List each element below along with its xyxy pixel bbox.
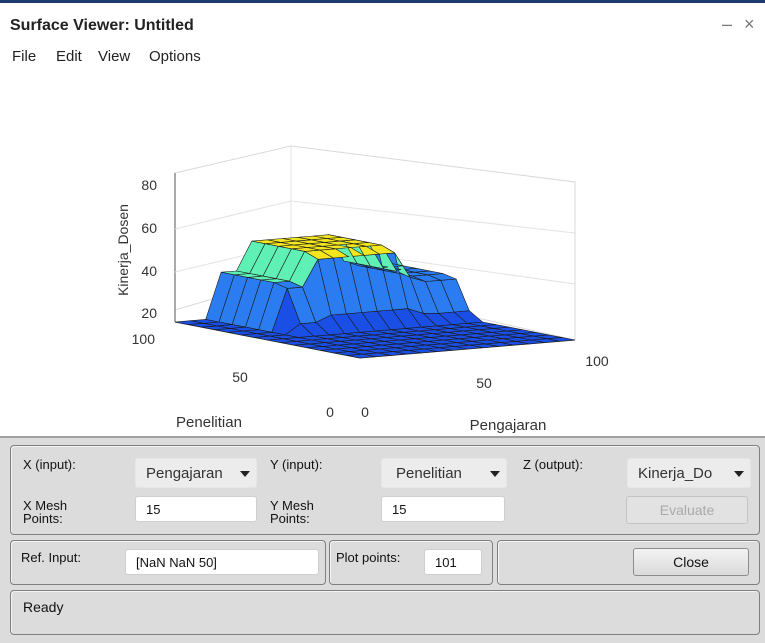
x-input-label: X (input): bbox=[23, 457, 76, 472]
y-input-value: Penelitian bbox=[396, 465, 462, 482]
y-tick-50: 50 bbox=[232, 369, 248, 385]
window-title: Surface Viewer: Untitled bbox=[10, 17, 194, 34]
chevron-down-icon bbox=[734, 471, 744, 477]
plot-points-group: Plot points: 101 bbox=[329, 540, 493, 585]
minimize-icon[interactable]: – bbox=[722, 14, 732, 35]
x-input-dropdown[interactable]: Pengajaran bbox=[135, 458, 257, 488]
x-input-value: Pengajaran bbox=[146, 465, 223, 482]
ref-input-label: Ref. Input: bbox=[21, 550, 81, 565]
menu-file[interactable]: File bbox=[12, 48, 36, 65]
z-tick-80: 80 bbox=[141, 177, 157, 193]
z-output-dropdown[interactable]: Kinerja_Do bbox=[627, 458, 751, 488]
menu-options[interactable]: Options bbox=[149, 48, 201, 65]
menu-edit[interactable]: Edit bbox=[56, 48, 82, 65]
z-output-value: Kinerja_Do bbox=[638, 465, 713, 482]
status-group: Ready bbox=[10, 590, 760, 635]
close-button[interactable]: Close bbox=[633, 548, 749, 576]
chevron-down-icon bbox=[240, 471, 250, 477]
status-text: Ready bbox=[23, 599, 64, 615]
ref-input-group: Ref. Input: [NaN NaN 50] bbox=[10, 540, 326, 585]
surface-plot-area[interactable]: 80 60 40 20 100 50 0 0 50 100 Kinerja_Do… bbox=[0, 72, 765, 436]
z-tick-20: 20 bbox=[141, 305, 157, 321]
ref-input-field[interactable]: [NaN NaN 50] bbox=[125, 549, 319, 575]
x-tick-100: 100 bbox=[585, 353, 609, 369]
z-tick-40: 40 bbox=[141, 263, 157, 279]
close-icon[interactable]: × bbox=[744, 14, 755, 35]
z-tick-60: 60 bbox=[141, 220, 157, 236]
x-axis-label: Pengajaran bbox=[470, 417, 547, 434]
y-tick-0: 0 bbox=[326, 404, 334, 420]
axis-settings-group: X (input): Pengajaran Y (input): Penelit… bbox=[10, 445, 760, 535]
title-bar: Surface Viewer: Untitled – × bbox=[0, 0, 765, 44]
y-mesh-points-input[interactable]: 15 bbox=[381, 496, 505, 522]
x-tick-50: 50 bbox=[476, 375, 492, 391]
menu-bar: File Edit View Options bbox=[0, 44, 765, 72]
x-tick-0: 0 bbox=[361, 404, 369, 420]
close-group: Close bbox=[497, 540, 760, 585]
menu-view[interactable]: View bbox=[98, 48, 130, 65]
y-tick-100: 100 bbox=[132, 331, 156, 347]
y-input-label: Y (input): bbox=[270, 457, 323, 472]
plot-points-input[interactable]: 101 bbox=[424, 549, 482, 575]
z-output-label: Z (output): bbox=[523, 457, 583, 472]
surface-plot[interactable]: 80 60 40 20 100 50 0 0 50 100 Kinerja_Do… bbox=[0, 72, 765, 436]
y-mesh-label-line2: Points: bbox=[270, 511, 310, 526]
plot-points-label: Plot points: bbox=[336, 550, 401, 565]
chevron-down-icon bbox=[490, 471, 500, 477]
x-mesh-label-line2: Points: bbox=[23, 511, 63, 526]
y-input-dropdown[interactable]: Penelitian bbox=[381, 458, 507, 488]
z-axis-label: Kinerja_Dosen bbox=[115, 204, 131, 296]
y-axis-label: Penelitian bbox=[176, 414, 242, 431]
x-mesh-points-input[interactable]: 15 bbox=[135, 496, 257, 522]
evaluate-button[interactable]: Evaluate bbox=[626, 496, 748, 524]
